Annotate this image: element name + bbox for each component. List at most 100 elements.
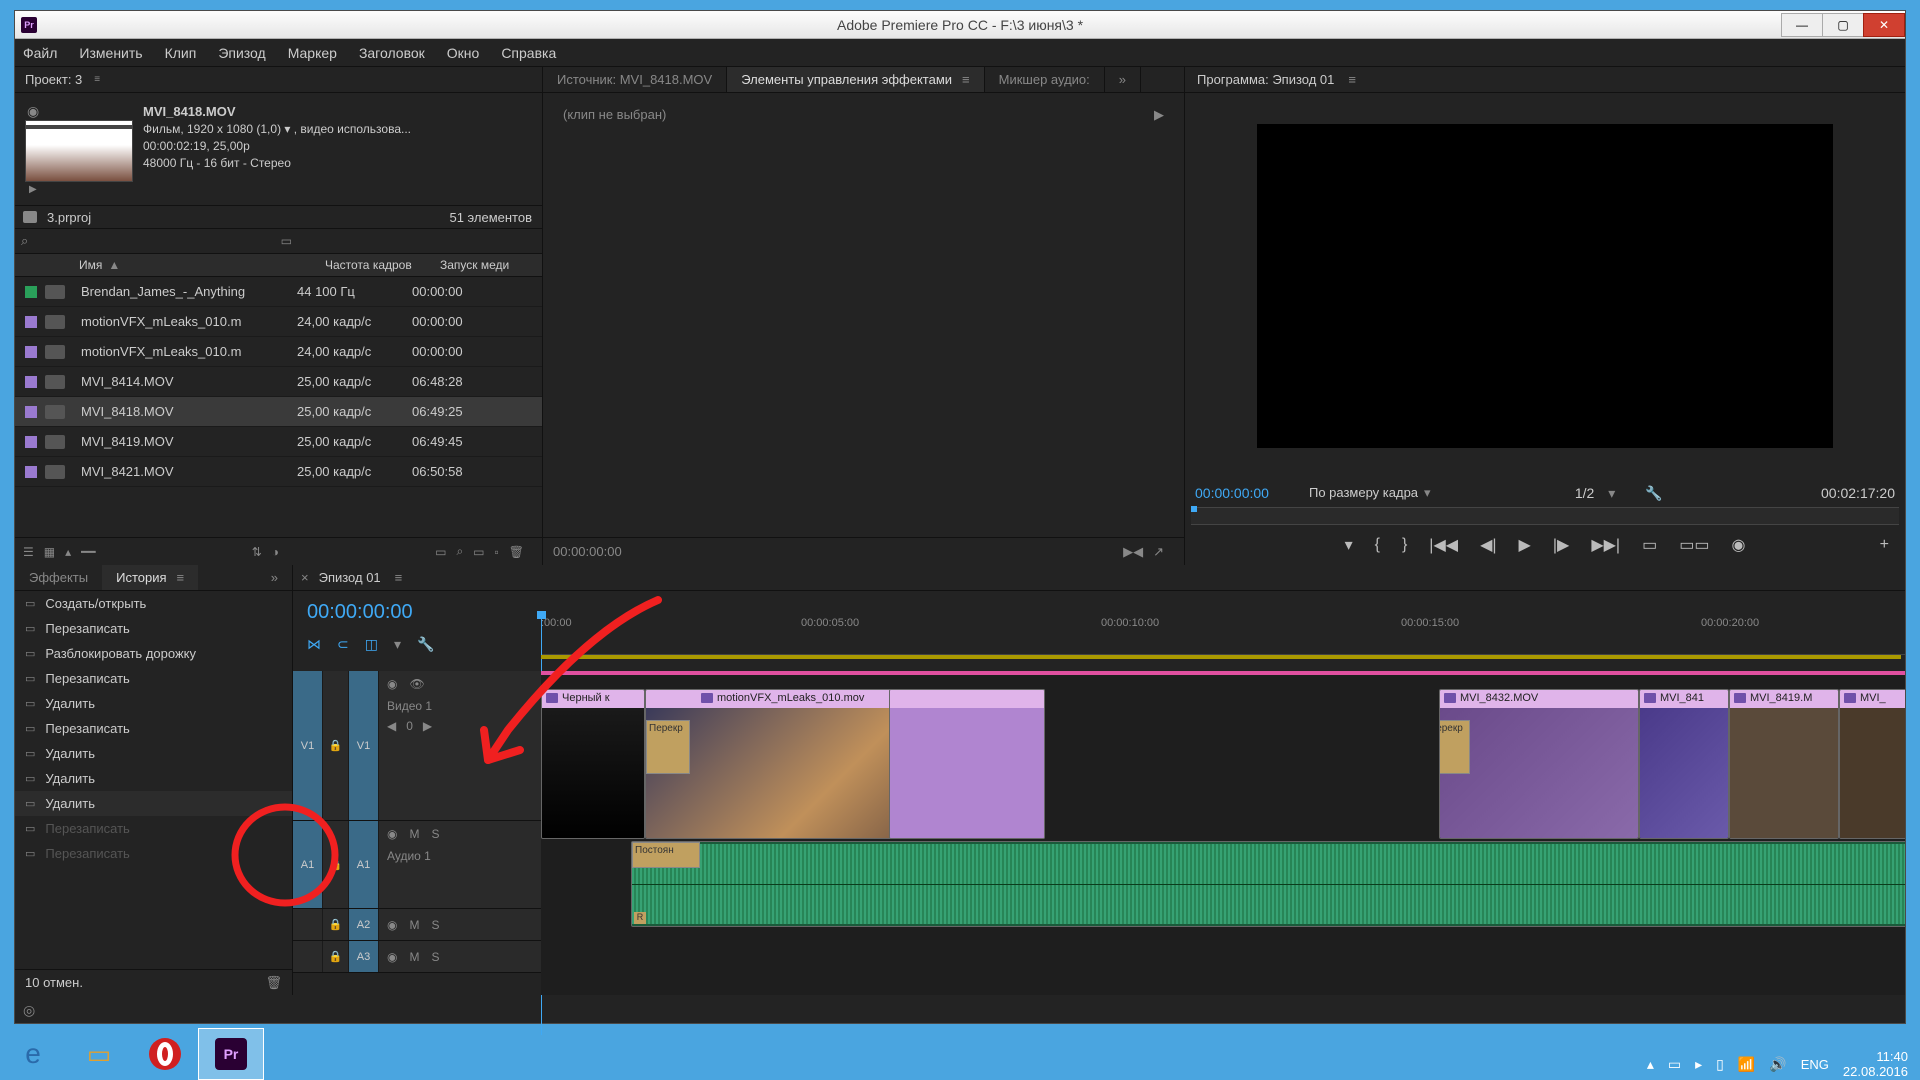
- play-preview-icon[interactable]: ▶: [29, 184, 133, 195]
- asset-row[interactable]: motionVFX_mLeaks_010.m 24,00 кадр/с 00:0…: [15, 307, 542, 337]
- tray-language[interactable]: ENG: [1801, 1057, 1829, 1072]
- panel-menu-icon[interactable]: ≡: [1348, 72, 1356, 87]
- snap-icon[interactable]: ⋈: [307, 636, 321, 653]
- transition[interactable]: Перекр: [1439, 720, 1470, 774]
- clip-audio[interactable]: Постоян R: [631, 841, 1905, 927]
- trash-icon[interactable]: 🗑: [509, 545, 524, 559]
- panel-menu-icon[interactable]: ≡: [395, 570, 403, 585]
- loop-icon[interactable]: ▶◀: [1123, 544, 1143, 560]
- zoom-dropdown[interactable]: По размеру кадра▾: [1309, 485, 1431, 501]
- maximize-button[interactable]: ▢: [1822, 13, 1864, 37]
- extract-icon[interactable]: ▭▭: [1679, 535, 1709, 555]
- a1-source-patch[interactable]: A1: [293, 821, 323, 908]
- menu-title[interactable]: Заголовок: [359, 45, 425, 61]
- a1-output-toggle[interactable]: ◉: [387, 827, 397, 841]
- clip-mvi841[interactable]: MVI_841: [1639, 689, 1729, 839]
- work-area-bar[interactable]: [541, 655, 1901, 659]
- clip-mvi8432[interactable]: MVI_8432.MOV Перекр: [1439, 689, 1639, 839]
- history-item[interactable]: ▭Удалить: [15, 766, 292, 791]
- v1-prev-kf-icon[interactable]: ◀: [387, 719, 396, 733]
- asset-row[interactable]: Brendan_James_-_Anything 44 100 Гц 00:00…: [15, 277, 542, 307]
- minimize-button[interactable]: —: [1781, 13, 1823, 37]
- tab-audio-mixer[interactable]: Микшер аудио:: [985, 67, 1105, 92]
- a3-target-toggle[interactable]: A3: [349, 941, 379, 972]
- history-item[interactable]: ▭Перезаписать: [15, 666, 292, 691]
- new-bin-icon[interactable]: ▭: [473, 545, 484, 559]
- close-button[interactable]: ✕: [1863, 13, 1905, 37]
- history-item[interactable]: ▭Удалить: [15, 741, 292, 766]
- clip-black-video[interactable]: Черный к: [541, 689, 645, 839]
- add-button-icon[interactable]: +: [1880, 536, 1889, 554]
- v1-lock-toggle[interactable]: 🔒: [323, 671, 349, 820]
- sequence-name[interactable]: Эпизод 01: [319, 570, 381, 585]
- step-fwd-icon[interactable]: ▶▶|: [1591, 535, 1620, 555]
- settings-icon[interactable]: 🔧: [417, 636, 434, 653]
- zoom-slider[interactable]: ━━: [81, 545, 95, 559]
- col-name[interactable]: Имя▲: [75, 258, 325, 272]
- history-item[interactable]: ▭Удалить: [15, 791, 292, 816]
- frame-back-icon[interactable]: ◀|: [1480, 535, 1496, 555]
- menu-edit[interactable]: Изменить: [79, 45, 142, 61]
- expand-icon[interactable]: ▶: [1154, 107, 1164, 123]
- tab-effects[interactable]: Эффекты: [15, 565, 102, 590]
- a3-solo-toggle[interactable]: S: [431, 950, 439, 964]
- tray-monitor-icon[interactable]: ▭: [1668, 1056, 1681, 1073]
- taskbar-explorer[interactable]: ▭: [66, 1028, 132, 1080]
- sort-icon[interactable]: ⇅: [252, 545, 262, 559]
- v1-eye-toggle[interactable]: 👁: [409, 677, 424, 691]
- timeline-ruler[interactable]: :00:0000:00:05:0000:00:10:0000:00:15:000…: [541, 615, 1905, 655]
- clip-mvi8419[interactable]: MVI_8419.M: [1729, 689, 1839, 839]
- rubber-band-icon[interactable]: R: [634, 912, 646, 924]
- mark-in-icon[interactable]: ▾: [1345, 535, 1353, 555]
- folder-filter-icon[interactable]: ▭: [281, 234, 292, 248]
- program-timecode[interactable]: 00:00:00:00: [1195, 485, 1269, 501]
- marker-icon[interactable]: ◫: [365, 636, 378, 653]
- transition-in[interactable]: Перекр: [646, 720, 690, 774]
- history-item[interactable]: ▭Удалить: [15, 691, 292, 716]
- export-frame-icon[interactable]: ◉: [1731, 535, 1745, 555]
- v1-output-toggle[interactable]: ◉: [387, 677, 397, 691]
- a3-lock-toggle[interactable]: 🔒: [323, 941, 349, 972]
- close-sequence-icon[interactable]: ×: [301, 570, 309, 585]
- a1-lock-toggle[interactable]: 🔒: [323, 821, 349, 908]
- find-icon[interactable]: ▭: [435, 545, 446, 559]
- v1-target-toggle[interactable]: V1: [349, 671, 379, 820]
- list-view-icon[interactable]: ☰: [23, 545, 34, 559]
- tab-history[interactable]: История≡: [102, 565, 198, 590]
- history-item[interactable]: ▭Перезаписать: [15, 716, 292, 741]
- a2-solo-toggle[interactable]: S: [431, 918, 439, 932]
- lift-icon[interactable]: ▭: [1642, 535, 1657, 555]
- clip-overlay[interactable]: [889, 689, 1045, 839]
- step-back-icon[interactable]: |◀◀: [1429, 535, 1458, 555]
- clip-thumbnail[interactable]: [25, 120, 133, 182]
- tray-flag-icon[interactable]: ▸: [1695, 1056, 1702, 1073]
- tray-clock[interactable]: 11:40 22.08.2016: [1843, 1049, 1908, 1080]
- asset-row[interactable]: MVI_8419.MOV 25,00 кадр/с 06:49:45: [15, 427, 542, 457]
- taskbar-opera[interactable]: [132, 1028, 198, 1080]
- v1-source-patch[interactable]: V1: [293, 671, 323, 820]
- tab-more-2[interactable]: »: [257, 565, 292, 590]
- taskbar-premiere[interactable]: Pr: [198, 1028, 264, 1080]
- taskbar-ie[interactable]: e: [0, 1028, 66, 1080]
- a3-source-patch[interactable]: [293, 941, 323, 972]
- clip-mvi[interactable]: MVI_: [1839, 689, 1905, 839]
- add-marker-icon[interactable]: ▾: [394, 636, 401, 653]
- tab-effect-controls[interactable]: Элементы управления эффектами≡: [727, 67, 984, 92]
- history-item[interactable]: ▭Перезаписать: [15, 616, 292, 641]
- asset-row[interactable]: MVI_8421.MOV 25,00 кадр/с 06:50:58: [15, 457, 542, 487]
- menu-clip[interactable]: Клип: [165, 45, 197, 61]
- automate-icon[interactable]: ◑: [272, 545, 279, 559]
- a1-mute-toggle[interactable]: M: [409, 827, 419, 841]
- timeline-body[interactable]: Черный к motionVFX_mLeaks_010.mov Перекр…: [541, 671, 1905, 995]
- program-ruler[interactable]: [1191, 507, 1899, 525]
- bin-row[interactable]: 3.prproj 51 элементов: [15, 205, 542, 229]
- history-item[interactable]: ▭Разблокировать дорожку: [15, 641, 292, 666]
- menu-help[interactable]: Справка: [501, 45, 556, 61]
- trash-icon[interactable]: 🗑: [265, 975, 282, 991]
- go-to-in-icon[interactable]: {: [1375, 536, 1380, 554]
- menu-file[interactable]: Файл: [23, 45, 57, 61]
- search-icon[interactable]: ⌕: [21, 233, 28, 249]
- a2-output-toggle[interactable]: ◉: [387, 918, 397, 932]
- a3-mute-toggle[interactable]: M: [409, 950, 419, 964]
- wrench-icon[interactable]: 🔧: [1645, 485, 1662, 502]
